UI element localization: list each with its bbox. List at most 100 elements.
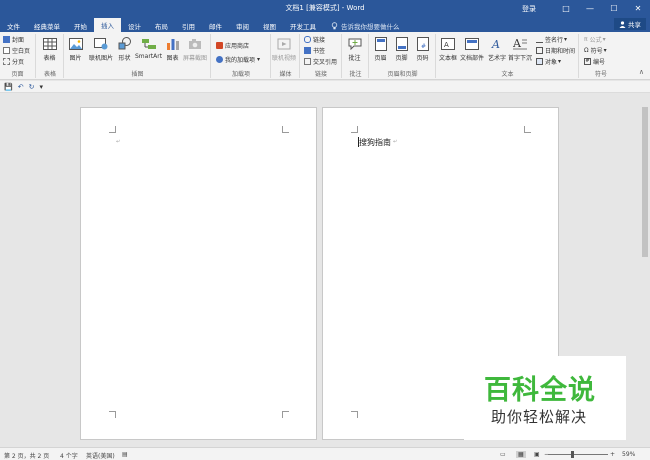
margin-marker-top-left — [351, 126, 358, 133]
cross-reference-button[interactable]: 交叉引用 — [304, 57, 337, 66]
zoom-slider-thumb[interactable] — [571, 451, 574, 458]
tab-developer[interactable]: 开发工具 — [283, 19, 323, 32]
maximize-icon[interactable]: ☐ — [602, 0, 626, 17]
group-pages-label: 页面 — [11, 71, 24, 78]
margin-marker-bottom-left — [351, 411, 358, 418]
drop-cap-button[interactable]: A 首字下沉 — [508, 36, 532, 62]
textbox-button[interactable]: A 文本框 — [439, 36, 457, 62]
save-icon[interactable]: 💾 — [4, 83, 13, 91]
redo-icon[interactable]: ↻ — [29, 83, 35, 91]
smartart-icon — [141, 36, 156, 51]
link-button[interactable]: 链接 — [304, 35, 325, 44]
tab-design[interactable]: 设计 — [121, 19, 148, 32]
tab-view[interactable]: 视图 — [256, 19, 283, 32]
zoom-in-button[interactable]: + — [610, 451, 615, 458]
chevron-down-icon: ▾ — [257, 56, 261, 63]
tab-review[interactable]: 审阅 — [229, 19, 256, 32]
number-icon: # — [584, 58, 591, 65]
group-comments: 批注 批注 — [343, 34, 369, 78]
share-button[interactable]: 共享 — [614, 18, 646, 30]
cover-page-button[interactable]: 封面 — [3, 35, 24, 44]
word-count[interactable]: 4 个字 — [60, 451, 78, 460]
title-bar: 文档1 [兼容模式] - Word 登录 □ — ☐ ✕ — [0, 0, 650, 17]
table-button[interactable]: 表格 — [42, 36, 57, 62]
svg-text:A: A — [491, 38, 500, 50]
zoom-level[interactable]: 59% — [622, 451, 635, 458]
zoom-slider[interactable] — [548, 454, 608, 455]
customize-qat-icon[interactable]: ▾ — [39, 83, 43, 91]
margin-marker-bottom-left — [109, 411, 116, 418]
collapse-ribbon-icon[interactable]: ∧ — [639, 68, 644, 76]
comment-button[interactable]: 批注 — [347, 36, 362, 62]
video-icon — [277, 36, 292, 51]
page-number-button[interactable]: # 页码 — [415, 36, 430, 62]
header-icon — [373, 36, 388, 51]
equation-button[interactable]: π 公式 ▾ — [584, 35, 606, 44]
margin-marker-top-left — [109, 126, 116, 133]
online-picture-button[interactable]: 联机图片 — [89, 36, 113, 62]
bookmark-button[interactable]: 书签 — [304, 46, 325, 55]
minimize-icon[interactable]: — — [578, 0, 602, 17]
quick-parts-button[interactable]: 文档部件 — [460, 36, 484, 62]
number-button[interactable]: # 编号 — [584, 57, 605, 66]
cross-reference-icon — [304, 58, 311, 65]
object-button[interactable]: 对象 ▾ — [536, 57, 561, 66]
page-break-icon — [3, 58, 10, 65]
signature-line-button[interactable]: 签名行 ▾ — [536, 35, 567, 44]
group-illustrations: 图片 联机图片 形状 SmartArt 图表 屏幕截图 插图 — [65, 34, 211, 78]
my-addins-button[interactable]: 我的加载项 ▾ — [216, 55, 260, 64]
chart-icon — [165, 36, 180, 51]
language[interactable]: 英语(美国) — [86, 451, 115, 460]
tell-me-box[interactable]: 告诉我你想要做什么 — [331, 19, 400, 32]
group-addins-label: 加载项 — [231, 71, 250, 78]
document-page-1[interactable]: ↵ — [80, 107, 317, 440]
tab-references[interactable]: 引用 — [175, 19, 202, 32]
textbox-icon: A — [441, 36, 456, 51]
watermark-logo: 百科全说 助你轻松解决 — [464, 356, 626, 440]
tab-file[interactable]: 文件 — [0, 19, 27, 32]
tab-classic-menu[interactable]: 经典菜单 — [27, 19, 67, 32]
page-break-button[interactable]: 分页 — [3, 57, 24, 66]
read-mode-icon[interactable]: ▭ — [500, 451, 506, 458]
group-media-label: 媒体 — [279, 71, 292, 78]
group-symbols-label: 符号 — [594, 71, 607, 78]
date-time-button[interactable]: 日期和时间 — [536, 46, 575, 55]
my-addins-icon — [216, 56, 223, 63]
svg-text:A: A — [513, 37, 522, 50]
smartart-button[interactable]: SmartArt — [135, 36, 162, 60]
proofing-icon[interactable]: ▤ — [122, 451, 128, 458]
store-button[interactable]: 应用商店 — [216, 41, 249, 50]
page-count[interactable]: 第 2 页，共 2 页 — [4, 451, 49, 460]
comment-icon — [347, 36, 362, 51]
ribbon-tabs: 文件 经典菜单 开始 插入 设计 布局 引用 邮件 审阅 视图 开发工具 告诉我… — [0, 17, 650, 32]
login-link[interactable]: 登录 — [522, 4, 536, 14]
margin-marker-top-right — [524, 126, 531, 133]
shapes-button[interactable]: 形状 — [117, 36, 132, 62]
tab-insert[interactable]: 插入 — [94, 18, 121, 32]
print-layout-icon[interactable]: ▦ — [516, 451, 526, 458]
tab-home[interactable]: 开始 — [67, 19, 94, 32]
tab-layout[interactable]: 布局 — [148, 19, 175, 32]
chevron-down-icon: ▾ — [603, 47, 607, 54]
symbol-button[interactable]: Ω 符号 ▾ — [584, 46, 607, 55]
picture-button[interactable]: 图片 — [68, 36, 83, 62]
wordart-button[interactable]: A 艺术字 — [488, 36, 506, 62]
footer-button[interactable]: 页脚 — [394, 36, 409, 62]
blank-page-button[interactable]: 空白页 — [3, 46, 30, 55]
blank-page-icon — [3, 47, 10, 54]
group-header-footer-label: 页眉和页脚 — [387, 71, 418, 78]
ribbon: 封面 空白页 分页 页面 表格 表格 图片 联机图片 形状 SmartArt 图… — [0, 32, 650, 80]
close-icon[interactable]: ✕ — [626, 0, 650, 17]
chart-button[interactable]: 图表 — [165, 36, 180, 62]
online-video-button[interactable]: 联机视频 — [272, 36, 296, 62]
ribbon-display-options-icon[interactable]: □ — [554, 0, 578, 17]
document-text[interactable]: 搜狗指南 — [359, 137, 391, 148]
vertical-scrollbar[interactable] — [640, 93, 650, 447]
header-button[interactable]: 页眉 — [373, 36, 388, 62]
tab-mailings[interactable]: 邮件 — [202, 19, 229, 32]
web-layout-icon[interactable]: ▣ — [534, 451, 540, 458]
group-text: A 文本框 文档部件 A 艺术字 A 首字下沉 签名行 ▾ 日期和时间 对象 ▾ 文… — [437, 34, 579, 78]
undo-icon[interactable]: ↶ — [18, 83, 24, 91]
scrollbar-thumb[interactable] — [642, 107, 648, 257]
screenshot-button[interactable]: 屏幕截图 — [183, 36, 207, 62]
